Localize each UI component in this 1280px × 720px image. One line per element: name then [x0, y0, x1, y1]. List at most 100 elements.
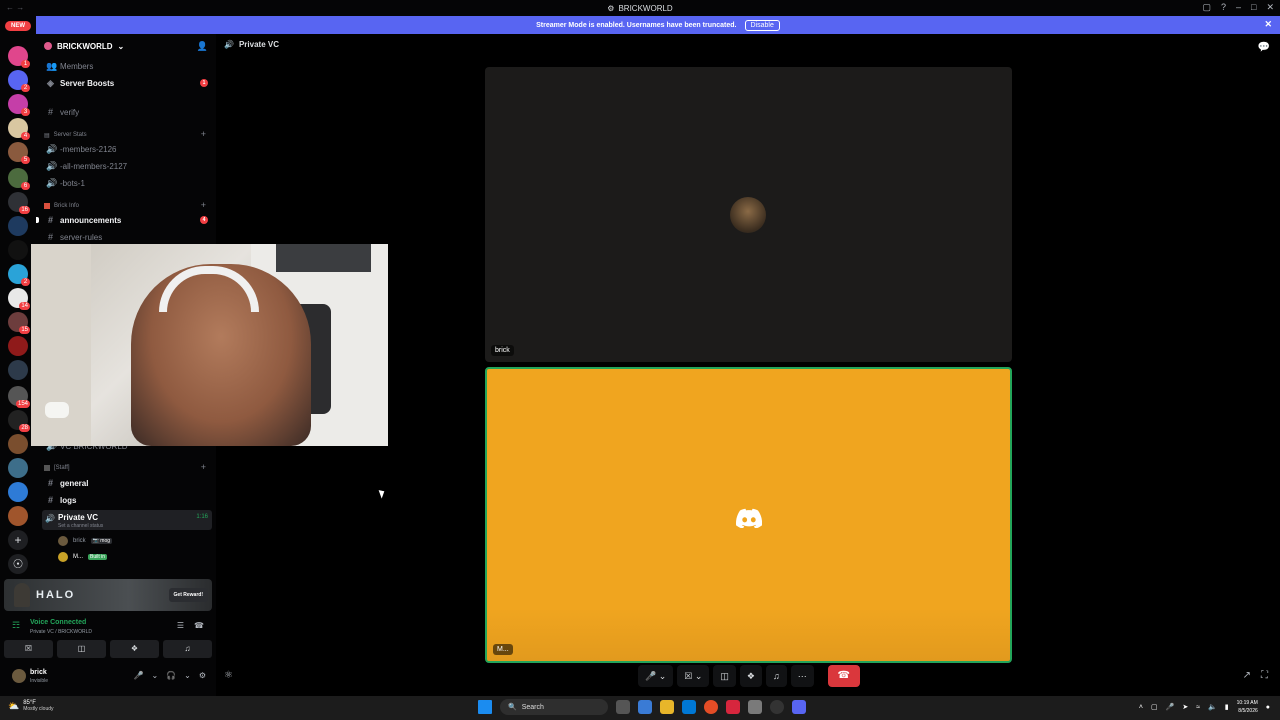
headphones-icon[interactable]: 🎧 [166, 671, 176, 680]
task-view-icon[interactable] [616, 700, 630, 714]
server-icon-6[interactable]: 6 [8, 168, 30, 190]
wifi-icon[interactable]: ≈ [1196, 704, 1200, 711]
username[interactable]: brick [30, 669, 47, 676]
server-icon-5[interactable]: 5 [8, 142, 30, 164]
server-icon-11[interactable]: 14 [8, 288, 30, 310]
chrome-icon[interactable] [704, 700, 718, 714]
soundboard-button[interactable]: ♫ [765, 665, 787, 687]
channel-members-count[interactable]: 🔊 -members-2126 [42, 141, 212, 157]
mute-button[interactable]: 🎤 ⌄ [638, 665, 674, 687]
channel-all-members-count[interactable]: 🔊 -all-members-2127 [42, 158, 212, 174]
app-icon[interactable] [748, 700, 762, 714]
close-window-icon[interactable]: ✕ [1266, 2, 1274, 13]
channel-logs[interactable]: # logs [42, 492, 212, 508]
more-options-button[interactable]: ⋯ [790, 665, 814, 687]
adobe-icon[interactable] [726, 700, 740, 714]
add-server-icon[interactable]: + [8, 530, 28, 550]
sidebar-item-server-boosts[interactable]: ◈ Server Boosts 1 [42, 75, 212, 91]
popout-icon[interactable]: ↗ [1243, 670, 1251, 681]
voice-user-brick[interactable]: brick 📷 mog [58, 534, 208, 548]
copilot-icon[interactable] [638, 700, 652, 714]
channel-private-vc[interactable]: 🔊 Private VC Set a channel status 1:16 [42, 510, 212, 530]
help-icon[interactable]: ? [1221, 2, 1226, 13]
server-icon-9[interactable] [8, 240, 28, 260]
chat-icon[interactable]: 💬 [1258, 42, 1270, 53]
server-icon-17[interactable] [8, 434, 28, 454]
server-icon-18[interactable] [8, 458, 28, 478]
chevron-down-icon[interactable]: ⌄ [184, 671, 191, 680]
channel-general[interactable]: # general [42, 475, 212, 491]
disable-streamer-mode-button[interactable]: Disable [744, 19, 780, 31]
voice-status[interactable]: Voice Connected [30, 619, 86, 626]
end-call-button[interactable]: ☎ [827, 665, 860, 687]
channel-server-rules[interactable]: # server-rules [42, 229, 212, 245]
server-icon-20[interactable] [8, 506, 28, 526]
sidebar-item-members[interactable]: 👥 Members [42, 58, 212, 74]
nav-arrows-icon[interactable]: ← → [6, 3, 24, 12]
soundboard-button[interactable]: ♫ [163, 640, 212, 658]
battery-icon[interactable]: ▮ [1225, 703, 1229, 711]
server-icon-12[interactable]: 15 [8, 312, 30, 334]
channel-status[interactable]: Set a channel status [58, 523, 103, 529]
inbox-icon[interactable]: ▢ [1202, 2, 1211, 13]
category-server-stats[interactable]: ▤ Server Stats + [44, 129, 210, 141]
voice-user-m[interactable]: M... Built in [58, 550, 208, 564]
chevron-up-icon[interactable]: ˄ [1139, 704, 1143, 711]
get-reward-button[interactable]: Get Reward! [168, 588, 208, 602]
weather-widget[interactable]: ⛅ 85°F Mostly cloudy [8, 700, 54, 712]
invite-icon[interactable]: 👤 [197, 41, 208, 52]
server-icon-15[interactable]: 154 [8, 386, 30, 408]
microphone-icon[interactable]: 🎤 [1166, 703, 1175, 711]
category-brick-info[interactable]: Brick Info + [44, 200, 210, 212]
disconnect-icon[interactable]: ☎ [194, 621, 204, 630]
add-channel-icon[interactable]: + [201, 200, 206, 210]
location-icon[interactable]: ➤ [1182, 703, 1188, 711]
server-header[interactable]: BRICKWORLD ⌄ 👤 [36, 34, 216, 58]
volume-icon[interactable]: 🔈 [1208, 703, 1217, 711]
obs-icon[interactable] [770, 700, 784, 714]
taskbar-search[interactable]: 🔍 Search [500, 699, 608, 715]
server-icon-1[interactable]: 1 [8, 46, 30, 68]
voice-location[interactable]: Private VC / BRICKWORLD [30, 629, 92, 635]
add-channel-icon[interactable]: + [201, 462, 206, 472]
signal-icon[interactable]: ☶ [12, 620, 20, 631]
participant-tile-brick[interactable]: brick [485, 67, 1012, 362]
tray-app-icon[interactable]: ▢ [1151, 703, 1158, 711]
channel-verify[interactable]: # verify [42, 104, 212, 120]
avatar[interactable] [12, 669, 26, 683]
server-icon-13[interactable] [8, 336, 28, 356]
category-staff[interactable]: [Staff] + [44, 462, 210, 474]
gear-icon[interactable]: ⚙ [199, 671, 206, 680]
fullscreen-icon[interactable]: ⛶ [1261, 670, 1268, 681]
server-icon-3[interactable]: 3 [8, 94, 30, 116]
store-icon[interactable] [682, 700, 696, 714]
activities-button[interactable]: ❖ [739, 665, 762, 687]
channel-bots-count[interactable]: 🔊 -bots-1 [42, 175, 212, 191]
server-icon-8[interactable] [8, 216, 28, 236]
game-promo-card[interactable]: HALO Get Reward! [4, 579, 212, 611]
file-explorer-icon[interactable] [660, 700, 674, 714]
share-screen-button[interactable]: ◫ [713, 665, 736, 687]
discover-icon[interactable]: ☉ [8, 554, 28, 574]
server-icon-14[interactable] [8, 360, 28, 380]
close-banner-icon[interactable]: ✕ [1264, 19, 1272, 30]
server-icon-10[interactable]: 2 [8, 264, 30, 286]
notifications-icon[interactable]: ● [1266, 704, 1270, 711]
activities-button[interactable]: ❖ [110, 640, 159, 658]
chevron-down-icon[interactable]: ⌄ [151, 671, 158, 680]
server-icon-16[interactable]: 28 [8, 410, 30, 432]
clock[interactable]: 10:19 AM 8/5/2026 [1237, 699, 1258, 715]
add-channel-icon[interactable]: + [201, 129, 206, 139]
camera-off-button[interactable]: ☒ [4, 640, 53, 658]
participant-tile-m[interactable]: M... [485, 367, 1012, 663]
noise-suppression-icon[interactable]: ☰ [177, 621, 184, 630]
screen-share-button[interactable]: ◫ [57, 640, 106, 658]
microphone-icon[interactable]: 🎤 [133, 671, 143, 680]
start-button[interactable] [478, 700, 492, 714]
camera-button[interactable]: ☒ ⌄ [677, 665, 710, 687]
discord-taskbar-icon[interactable] [792, 700, 806, 714]
server-icon-7[interactable]: 16 [8, 192, 30, 214]
server-icon-19[interactable] [8, 482, 28, 502]
channel-announcements[interactable]: # announcements 4 [36, 212, 212, 228]
server-icon-2[interactable]: 2 [8, 70, 30, 92]
